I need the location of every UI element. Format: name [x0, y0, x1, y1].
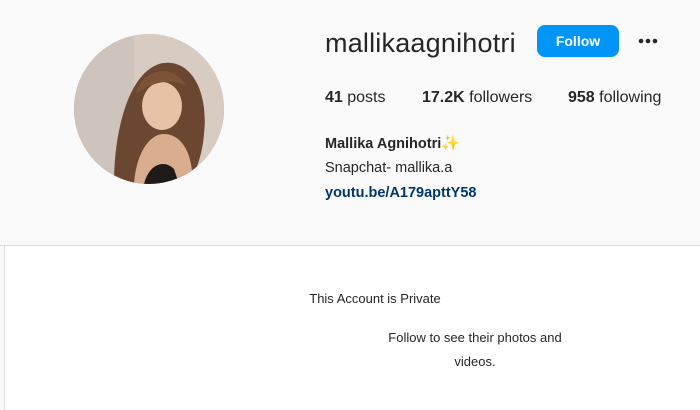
profile-full-name-row: Mallika Agnihotri ✨: [325, 132, 477, 156]
followers-count: 17.2K: [422, 89, 465, 106]
private-account-message: Follow to see their photos and videos.: [388, 330, 562, 369]
avatar-image: [74, 34, 224, 184]
followers-label: followers: [469, 89, 533, 106]
posts-stat: 41 posts: [325, 89, 386, 107]
posts-count: 41: [325, 89, 343, 106]
private-account-title: This Account is Private: [309, 291, 441, 306]
profile-bio: Mallika Agnihotri ✨ Snapchat- mallika.a …: [325, 132, 477, 205]
profile-username: mallikaagnihotri: [325, 28, 516, 58]
more-options-button[interactable]: [634, 28, 662, 54]
profile-full-name: Mallika Agnihotri: [325, 136, 442, 152]
followers-stat[interactable]: 17.2K followers: [422, 89, 532, 107]
private-account-panel: This Account is Private Follow to see th…: [4, 246, 700, 410]
posts-label: posts: [347, 89, 386, 106]
following-stat[interactable]: 958 following: [568, 89, 661, 107]
bio-text: Snapchat- mallika.a: [325, 160, 453, 176]
following-count: 958: [568, 89, 595, 106]
profile-header: mallikaagnihotri Follow 41 posts 17.2K f…: [0, 0, 700, 245]
profile-avatar[interactable]: [74, 34, 224, 184]
sparkles-icon: ✨: [441, 135, 460, 152]
follow-button[interactable]: Follow: [537, 25, 619, 57]
more-horizontal-icon: [638, 38, 658, 44]
following-label: following: [599, 89, 662, 106]
bio-link[interactable]: youtu.be/A179apttY58: [325, 185, 477, 201]
